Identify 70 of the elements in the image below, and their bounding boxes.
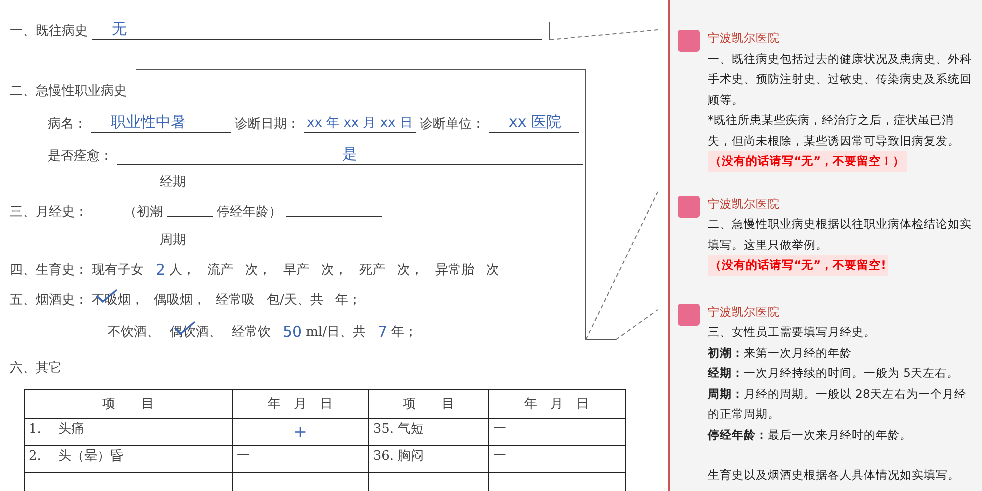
column-header: 年 月 日 <box>488 390 626 418</box>
form-text: 现有子女 <box>92 262 144 279</box>
form-text: 经期 <box>160 174 186 191</box>
handwritten-value: 2 <box>156 261 166 279</box>
form-text: 年； <box>392 324 418 341</box>
fill-in-line: 是 <box>117 145 583 165</box>
table-cell: 一 <box>488 446 626 472</box>
table-cell: 36. 胸闷 <box>368 446 489 472</box>
form-text: 次， <box>246 262 272 279</box>
table-cell: 35. 气短 <box>368 418 489 446</box>
form-text: 次， <box>322 262 348 279</box>
comment-text: （没有的话请写“无”，不要留空！） <box>708 151 908 172</box>
form-text: 人， <box>170 262 196 279</box>
comment-text: 一、既往病史包括过去的健康状况及患病史、外科手术史、预防注射史、过敏史、传染病史及系统回顾等。 <box>708 50 973 108</box>
fill-in-line <box>167 216 213 217</box>
form-text: 异常胎 <box>436 262 475 279</box>
comment-text: 三、女性员工需要填写月经史。 <box>708 324 877 341</box>
comment-author: 宁波凯尔医院 <box>708 196 781 212</box>
handwritten-value: 7 <box>378 323 388 341</box>
avatar-icon <box>678 304 700 326</box>
comment-text: 经期：一次月经持续的时间。一般为 5天左右。 <box>708 365 960 382</box>
option-label: 不饮酒、 <box>108 324 160 341</box>
form-text: 年； <box>335 292 362 309</box>
field-label: 诊断日期： <box>235 116 300 133</box>
field-label: 是否痊愈： <box>48 148 113 165</box>
column-header: 项 目 <box>368 390 489 418</box>
form-text: 周期 <box>160 232 186 249</box>
comment-text: 生育史以及烟酒史根据各人具体情况如实填写。 <box>708 467 961 484</box>
form-text: 早产 <box>284 262 310 279</box>
section-title: 三、月经史： <box>10 204 88 221</box>
section-title: 五、烟酒史： <box>10 292 88 309</box>
form-text: 死产 <box>360 262 386 279</box>
comment-author: 宁波凯尔医院 <box>708 304 781 320</box>
form-text: 次， <box>398 262 424 279</box>
table-cell: 一 <box>232 446 369 472</box>
form-text: 经常吸 <box>216 292 255 309</box>
avatar-icon <box>678 30 700 52</box>
comment-text: 初潮：来第一次月经的年龄 <box>708 344 853 362</box>
column-header: 项 目 <box>24 390 232 418</box>
comment-text: （没有的话请写“无”，不要留空! <box>708 255 888 276</box>
form-text: 经常饮 <box>232 324 271 341</box>
section-title: 四、生育史： <box>10 262 88 279</box>
handwritten-value: 50 <box>283 323 302 341</box>
option-label: 偶吸烟， <box>154 292 206 309</box>
form-text: 流产 <box>208 262 234 279</box>
column-header: 年 月 日 <box>232 390 369 418</box>
comment-author: 宁波凯尔医院 <box>708 30 781 47</box>
fill-in-line: 职业性中暑 <box>91 113 231 133</box>
form-text: 包/天、共 <box>267 292 324 309</box>
section-title: 六、其它 <box>10 360 62 377</box>
table-cell: ＋ <box>232 418 369 446</box>
table-cell: 2. 头（晕）昏 <box>24 446 232 472</box>
field-label: 诊断单位： <box>420 116 485 133</box>
fill-in-line: xx 年 xx 月 xx 日 <box>304 114 416 133</box>
form-text: （初潮 <box>124 204 163 221</box>
comment-text: 周期：月经的周期。一般以 28天左右为一个月经的正常周期。 <box>708 386 968 423</box>
table-cell: 1. 头痛 <box>24 418 232 446</box>
comment-text: *既往所患某些疾病，经治疗之后，症状虽已消失，但尚未根除，某些诱因常可导致旧病复发。 <box>708 112 961 150</box>
table-cell: 一 <box>488 418 626 446</box>
fill-in-line: 无 <box>92 20 542 40</box>
form-text: 次 <box>486 262 500 279</box>
avatar-icon <box>678 196 700 218</box>
fill-in-line: xx 医院 <box>489 113 579 133</box>
form-text: ml/日、共 <box>306 324 366 341</box>
comment-text: 二、急慢性职业病史根据以往职业病体检结论如实填写。这里只做举例。 <box>708 216 973 254</box>
field-label: 病名： <box>48 116 87 133</box>
comment-text: 停经年龄：最后一次来月经时的年龄。 <box>708 426 913 444</box>
section-title: 二、急慢性职业病史 <box>10 83 127 100</box>
form-text: 停经年龄） <box>217 204 282 221</box>
section-title: 一、既往病史 <box>10 23 88 40</box>
